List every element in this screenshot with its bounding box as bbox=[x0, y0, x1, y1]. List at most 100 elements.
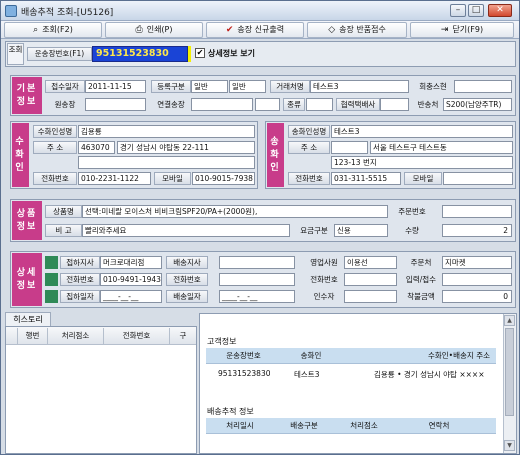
history-col-phone[interactable]: 전화번호 bbox=[104, 328, 170, 344]
partner-label: 협력택배사 bbox=[336, 98, 380, 111]
detail-checkbox-label: 상세정보 보기 bbox=[208, 49, 255, 58]
product-name-field[interactable]: 선택:미네랄 모이스처 비비크림SPF20/PA+(2000원), bbox=[82, 205, 388, 218]
scroll-down-icon[interactable]: ▼ bbox=[504, 440, 515, 451]
count-field[interactable] bbox=[454, 80, 512, 93]
receiver-address-field[interactable]: 경기 성남시 야탑동 22-111 bbox=[117, 141, 255, 154]
receiver-phone-label: 전화번호 bbox=[33, 172, 77, 185]
minimize-button[interactable]: – bbox=[450, 4, 466, 17]
customer-info-header: 운송장번호 송화인 수화인•배송지 주소 bbox=[206, 348, 496, 364]
reg-type-field[interactable]: 일반 bbox=[191, 80, 228, 93]
info-panel: 고객정보 운송장번호 송화인 수화인•배송지 주소 95131523830 테스… bbox=[199, 313, 517, 454]
tracking-info-title: 배송추적 정보 bbox=[207, 407, 254, 416]
sender-side-label: 송화인 bbox=[267, 123, 284, 187]
delivery-branch-label: 배송지사 bbox=[166, 256, 208, 269]
client-name-field[interactable]: 테스트3 bbox=[310, 80, 409, 93]
delivery-date-field[interactable]: ____-__-__ bbox=[219, 290, 295, 303]
reg-type-field-2[interactable]: 일반 bbox=[229, 80, 266, 93]
sender-name-field[interactable]: 테스트3 bbox=[331, 125, 513, 138]
sender-mobile-field[interactable] bbox=[443, 172, 513, 185]
marker-green-3 bbox=[45, 290, 58, 303]
search-section: 조회 운송장번호(F1) 95131523830 ✔ 상세정보 보기 bbox=[5, 41, 516, 67]
search-button[interactable]: ⌕ 조회(F2) bbox=[4, 22, 102, 38]
diamond-icon: ◇ bbox=[328, 25, 336, 35]
fare-type-label: 요금구분 bbox=[294, 224, 334, 237]
history-col-row[interactable]: 행번 bbox=[18, 328, 48, 344]
row-selector-header bbox=[6, 328, 18, 344]
receiver-address-label: 주 소 bbox=[33, 141, 77, 154]
type-field[interactable] bbox=[306, 98, 333, 111]
maximize-button[interactable]: □ bbox=[468, 4, 484, 17]
input-receipt-field[interactable] bbox=[442, 273, 512, 286]
quantity-field[interactable]: 2 bbox=[442, 224, 512, 237]
note-field[interactable]: 빨리와주세요 bbox=[82, 224, 290, 237]
sender-address-field[interactable]: 서울 테스트구 테스트동 bbox=[370, 141, 513, 154]
cod-amount-field[interactable]: 0 bbox=[442, 290, 512, 303]
linked-invoice-field-2[interactable] bbox=[255, 98, 280, 111]
sender-address-detail-field[interactable]: 123-13 번지 bbox=[331, 156, 513, 169]
print-button[interactable]: ⎙ 인쇄(P) bbox=[105, 22, 203, 38]
return-invoice-button[interactable]: ◇ 송장 반품접수 bbox=[307, 22, 407, 38]
receiver-name-field[interactable]: 김용룡 bbox=[78, 125, 255, 138]
history-grid: 행번 처리점소 전화번호 구 bbox=[5, 326, 197, 454]
return-place-field[interactable]: S200(남양주TR) bbox=[443, 98, 512, 111]
close-window-button[interactable]: ✕ bbox=[488, 4, 512, 17]
linked-invoice-field[interactable] bbox=[191, 98, 253, 111]
sender-zip-field[interactable] bbox=[331, 141, 368, 154]
scroll-up-icon[interactable]: ▲ bbox=[504, 315, 515, 326]
info-panel-scrollbar[interactable]: ▲ ▼ bbox=[503, 314, 516, 453]
sender-phone-field[interactable]: 031-311-5515 bbox=[331, 172, 401, 185]
receipt-date-label: 접수일자 bbox=[45, 80, 85, 93]
type-label: 종류 bbox=[283, 98, 305, 111]
customer-col-sender: 송화인 bbox=[300, 351, 322, 360]
sales-rep-field[interactable]: 이용선 bbox=[344, 256, 397, 269]
tracking-col-type: 배송구분 bbox=[290, 421, 318, 430]
count-label: 회충스현 bbox=[413, 80, 453, 93]
scroll-thumb[interactable] bbox=[505, 328, 514, 416]
fare-type-field[interactable]: 신용 bbox=[334, 224, 388, 237]
order-number-field[interactable] bbox=[442, 205, 512, 218]
pickup-date-field[interactable]: ____-__-__ bbox=[100, 290, 162, 303]
reg-type-label: 등록구분 bbox=[151, 80, 191, 93]
tracking-info-header: 처리일시 배송구분 처리점소 연락처 bbox=[206, 418, 496, 434]
search-button-label: 조회(F2) bbox=[42, 25, 73, 34]
close-button[interactable]: ⇥ 닫기(F9) bbox=[410, 22, 514, 38]
waybill-input[interactable]: 95131523830 bbox=[92, 46, 188, 62]
history-col-type[interactable]: 구 bbox=[170, 328, 196, 344]
note-label: 비 고 bbox=[45, 224, 82, 237]
receiver-name-label: 수화인성명 bbox=[33, 125, 77, 138]
recipient-label: 인수자 bbox=[304, 290, 344, 303]
customer-col-waybill: 운송장번호 bbox=[226, 351, 261, 360]
orderer-field[interactable]: 지마켓 bbox=[442, 256, 512, 269]
marker-green-2 bbox=[45, 273, 58, 286]
delivery-branch-field[interactable] bbox=[219, 256, 295, 269]
customer-info-title: 고객정보 bbox=[207, 337, 237, 346]
original-invoice-label: 원송장 bbox=[45, 98, 85, 111]
input-cursor-marker bbox=[188, 46, 191, 62]
original-invoice-field[interactable] bbox=[85, 98, 146, 111]
door-icon: ⇥ bbox=[440, 25, 449, 35]
recipient-field[interactable] bbox=[344, 290, 397, 303]
phone-3-field[interactable] bbox=[344, 273, 397, 286]
receiver-zip-field[interactable]: 463070 bbox=[78, 141, 115, 154]
detail-section: 상세정보 접하지사 머크로대리점 배송지사 영업사원 이용선 주문처 지마켓 전… bbox=[10, 251, 516, 308]
search-icon: ⌕ bbox=[33, 25, 39, 35]
new-invoice-button[interactable]: ✔ 송장 신규출력 bbox=[206, 22, 304, 38]
receiver-mobile-field[interactable]: 010-9015-7938 bbox=[192, 172, 255, 185]
customer-col-receiver: 수화인•배송지 주소 bbox=[427, 351, 490, 360]
customer-info-row[interactable]: 95131523830 테스트3 김용룡 • 경기 성남시 야탑 ×××× bbox=[206, 366, 496, 382]
history-grid-header: 행번 처리점소 전화번호 구 bbox=[6, 327, 196, 345]
history-col-office[interactable]: 처리점소 bbox=[48, 328, 104, 344]
receiving-branch-field[interactable]: 머크로대리점 bbox=[100, 256, 162, 269]
tab-history[interactable]: 히스토리 bbox=[5, 312, 51, 326]
partner-field[interactable] bbox=[380, 98, 409, 111]
receiver-address-detail-field[interactable] bbox=[78, 156, 255, 169]
sender-mobile-label: 모바일 bbox=[404, 172, 442, 185]
phone-2-field[interactable] bbox=[219, 273, 295, 286]
detail-side-label: 상세정보 bbox=[12, 253, 42, 306]
receiver-phone-field[interactable]: 010-2231-1122 bbox=[78, 172, 151, 185]
sender-section: 송화인 송화인성명 테스트3 주 소 서울 테스트구 테스트동 123-13 번… bbox=[265, 121, 516, 189]
detail-checkbox[interactable]: ✔ bbox=[195, 48, 205, 58]
receipt-date-field[interactable]: 2011-11-15 bbox=[85, 80, 146, 93]
customer-sender-value: 테스트3 bbox=[294, 370, 320, 379]
phone-1-field[interactable]: 010-9491-1943 bbox=[100, 273, 162, 286]
